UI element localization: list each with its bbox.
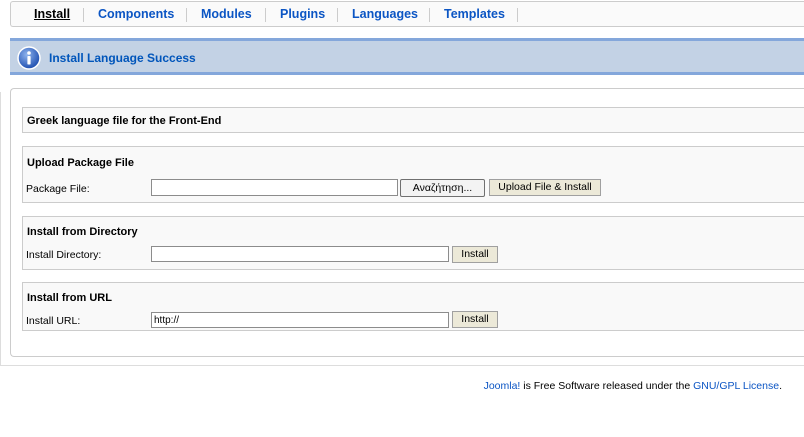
result-title: Greek language file for the Front-End [27,115,222,127]
install-url-button[interactable]: Install [452,311,498,328]
tab-separator [337,8,338,22]
install-url-input[interactable] [151,312,449,328]
info-icon [17,46,41,70]
install-result-section: Greek language file for the Front-End [22,107,804,133]
install-directory-label: Install Directory: [26,249,102,261]
gpl-license-link[interactable]: GNU/GPL License [693,380,779,392]
package-file-input[interactable] [151,179,398,196]
tab-languages[interactable]: Languages [352,7,418,21]
tab-separator [429,8,430,22]
footer-text: is Free Software released under the [520,380,694,392]
upload-title: Upload Package File [27,157,134,169]
tab-install[interactable]: Install [34,7,70,21]
tab-modules[interactable]: Modules [201,7,252,21]
package-file-label: Package File: [26,183,90,195]
directory-title: Install from Directory [27,226,138,238]
tab-separator [186,8,187,22]
browse-button[interactable]: Αναζήτηση... [400,179,485,197]
joomla-link[interactable]: Joomla! [484,380,521,392]
message-text: Install Language Success [49,51,196,65]
tab-separator [517,8,518,22]
frame-line [0,92,1,365]
url-title: Install from URL [27,292,112,304]
frame-line [0,365,804,366]
tab-plugins[interactable]: Plugins [280,7,325,21]
submenu-tabs: Install Components Modules Plugins Langu… [10,1,804,27]
install-url-label: Install URL: [26,315,81,327]
tab-separator [83,8,84,22]
system-message: Install Language Success [10,38,804,75]
footer-text-end: . [779,380,782,392]
install-directory-button[interactable]: Install [452,246,498,263]
upload-install-button[interactable]: Upload File & Install [489,179,601,196]
tab-components[interactable]: Components [98,7,174,21]
tab-separator [265,8,266,22]
tab-templates[interactable]: Templates [444,7,505,21]
install-directory-input[interactable] [151,246,449,262]
footer: Joomla! is Free Software released under … [0,380,782,392]
